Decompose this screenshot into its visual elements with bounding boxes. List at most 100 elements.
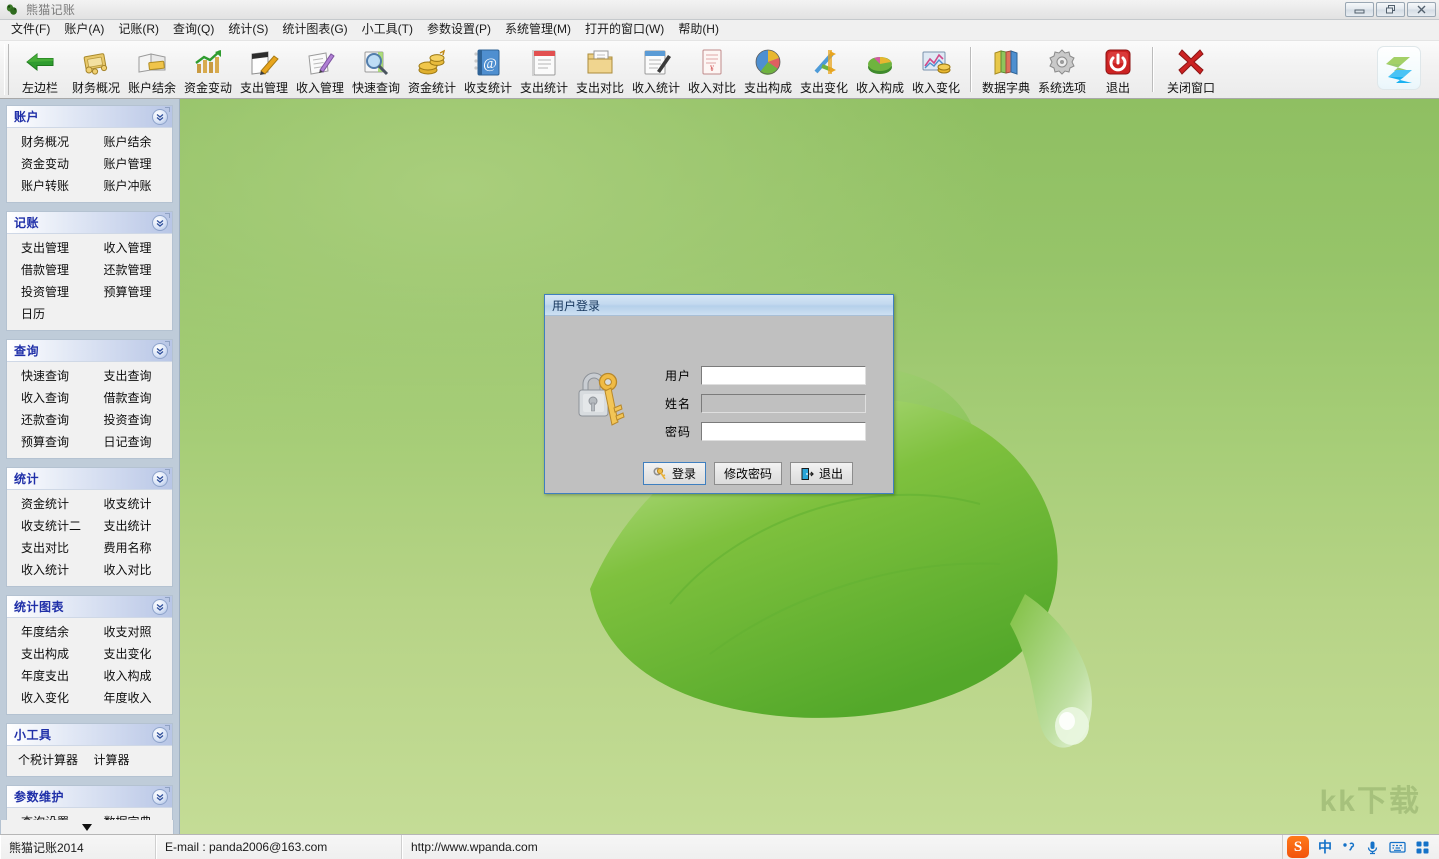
sidebar-panel-header[interactable]: 统计图表: [7, 596, 172, 618]
menu-file[interactable]: 文件(F): [4, 20, 57, 40]
sidebar-item-account-balance[interactable]: 账户结余: [90, 132, 173, 153]
sidebar-item-inout-contrast[interactable]: 收支对照: [90, 622, 173, 643]
sidebar-item-diary-query[interactable]: 日记查询: [90, 432, 173, 453]
menu-charts[interactable]: 统计图表(G): [275, 20, 354, 40]
menu-windows[interactable]: 打开的窗口(W): [578, 20, 671, 40]
toolbar-button-expense-stats[interactable]: 支出统计: [516, 41, 572, 98]
sidebar-item-income-trend[interactable]: 收入变化: [7, 688, 90, 709]
toolbar-grip[interactable]: [4, 44, 9, 95]
sidebar-item-repayment-management[interactable]: 还款管理: [90, 260, 173, 281]
sidebar-item-account-management[interactable]: 账户管理: [90, 154, 173, 175]
sogou-ime-badge[interactable]: S: [1287, 836, 1309, 858]
menu-account[interactable]: 账户(A): [57, 20, 111, 40]
sidebar-item-expense-query[interactable]: 支出查询: [90, 366, 173, 387]
chevron-double-down-icon[interactable]: [152, 342, 168, 359]
ime-chinese-mode[interactable]: 中: [1318, 837, 1332, 857]
menu-bookkeeping[interactable]: 记账(R): [111, 20, 166, 40]
sidebar-item-account-offset[interactable]: 账户冲账: [90, 176, 173, 197]
toolbar-button-income-mgmt[interactable]: 收入管理: [292, 41, 348, 98]
sidebar-item-investment-query[interactable]: 投资查询: [90, 410, 173, 431]
sidebar-item-financial-overview[interactable]: 财务概况: [7, 132, 90, 153]
sidebar-item-repayment-query[interactable]: 还款查询: [7, 410, 90, 431]
ime-soft-keyboard[interactable]: [1389, 840, 1406, 854]
toolbar-button-close-window[interactable]: 关闭窗口: [1160, 41, 1222, 98]
password-field[interactable]: [701, 422, 866, 441]
toolbar-button-expense-trend[interactable]: 支出变化: [796, 41, 852, 98]
sidebar-item-income-management[interactable]: 收入管理: [90, 238, 173, 259]
login-button[interactable]: 登录: [643, 462, 707, 485]
sidebar-item-tax-calculator[interactable]: 个税计算器: [7, 750, 90, 771]
sidebar-item-annual-expense[interactable]: 年度支出: [7, 666, 90, 687]
minimize-button[interactable]: [1345, 2, 1374, 17]
toolbar-button-finance-overview[interactable]: 财务概况: [68, 41, 124, 98]
toolbar-button-expense-compare[interactable]: 支出对比: [572, 41, 628, 98]
chevron-double-down-icon[interactable]: [152, 726, 168, 743]
sidebar-item-expense-statistics[interactable]: 支出统计: [90, 516, 173, 537]
sidebar-item-inout-statistics-2[interactable]: 收支统计二: [7, 516, 90, 537]
toolbar-button-fund-change[interactable]: 资金变动: [180, 41, 236, 98]
ime-voice-input[interactable]: [1365, 840, 1380, 855]
sidebar-item-annual-balance[interactable]: 年度结余: [7, 622, 90, 643]
menu-parameters[interactable]: 参数设置(P): [420, 20, 498, 40]
toolbar-button-income-compare[interactable]: ¥ 收入对比: [684, 41, 740, 98]
sidebar-item-fund-change[interactable]: 资金变动: [7, 154, 90, 175]
ime-punctuation[interactable]: [1341, 840, 1356, 855]
sidebar-item-quick-query[interactable]: 快速查询: [7, 366, 90, 387]
sidebar-item-calendar[interactable]: 日历: [7, 304, 90, 325]
menu-system[interactable]: 系统管理(M): [498, 20, 578, 40]
sidebar-panel-header[interactable]: 查询: [7, 340, 172, 362]
toolbar-button-fund-stats[interactable]: 资金统计: [404, 41, 460, 98]
close-button[interactable]: [1407, 2, 1436, 17]
sidebar-panel-header[interactable]: 记账: [7, 212, 172, 234]
menu-query[interactable]: 查询(Q): [166, 20, 221, 40]
toolbar-button-exit[interactable]: 退出: [1090, 41, 1146, 98]
username-field[interactable]: [701, 366, 866, 385]
sidebar-scroll-down[interactable]: [0, 820, 174, 834]
menu-help[interactable]: 帮助(H): [671, 20, 726, 40]
sidebar-item-income-comparison[interactable]: 收入对比: [90, 560, 173, 581]
sidebar-item-expense-management[interactable]: 支出管理: [7, 238, 90, 259]
fullname-field[interactable]: [701, 394, 866, 413]
toolbar-button-data-dictionary[interactable]: 数据字典: [978, 41, 1034, 98]
sidebar-panel-header[interactable]: 小工具: [7, 724, 172, 746]
sidebar-item-income-statistics[interactable]: 收入统计: [7, 560, 90, 581]
sidebar-item-expense-trend[interactable]: 支出变化: [90, 644, 173, 665]
sidebar-item-budget-query[interactable]: 预算查询: [7, 432, 90, 453]
sidebar-item-income-query[interactable]: 收入查询: [7, 388, 90, 409]
toolbar-button-expense-mgmt[interactable]: 支出管理: [236, 41, 292, 98]
exit-button[interactable]: 退出: [790, 462, 854, 485]
toolbar-button-income-composition[interactable]: 收入构成: [852, 41, 908, 98]
sidebar-panel-header[interactable]: 参数维护: [7, 786, 172, 808]
toolbar-button-quick-query[interactable]: 快速查询: [348, 41, 404, 98]
sidebar-item-budget-management[interactable]: 预算管理: [90, 282, 173, 303]
toolbar-button-account-balance[interactable]: 账户结余: [124, 41, 180, 98]
sidebar-item-inout-statistics[interactable]: 收支统计: [90, 494, 173, 515]
sidebar-item-account-transfer[interactable]: 账户转账: [7, 176, 90, 197]
sidebar-panel-header[interactable]: 账户: [7, 106, 172, 128]
chevron-double-down-icon[interactable]: [152, 108, 168, 125]
toolbar-button-income-stats[interactable]: 收入统计: [628, 41, 684, 98]
restore-button[interactable]: [1376, 2, 1405, 17]
toolbar-button-sidebar[interactable]: 左边栏: [12, 41, 68, 98]
sidebar-item-fund-statistics[interactable]: 资金统计: [7, 494, 90, 515]
chevron-double-down-icon[interactable]: [152, 470, 168, 487]
sidebar-item-expense-composition[interactable]: 支出构成: [7, 644, 90, 665]
ime-toolbox[interactable]: [1415, 840, 1430, 855]
sidebar-item-loan-management[interactable]: 借款管理: [7, 260, 90, 281]
sidebar-item-calculator[interactable]: 计算器: [90, 750, 173, 771]
sidebar-item-expense-names[interactable]: 费用名称: [90, 538, 173, 559]
menu-statistics[interactable]: 统计(S): [221, 20, 275, 40]
sidebar-item-expense-comparison[interactable]: 支出对比: [7, 538, 90, 559]
sidebar-item-investment-management[interactable]: 投资管理: [7, 282, 90, 303]
toolbar-button-inout-stats[interactable]: @ 收支统计: [460, 41, 516, 98]
chevron-double-down-icon[interactable]: [152, 598, 168, 615]
sidebar-item-annual-income[interactable]: 年度收入: [90, 688, 173, 709]
chevron-double-down-icon[interactable]: [152, 788, 168, 805]
change-password-button[interactable]: 修改密码: [714, 462, 783, 485]
sidebar-panel-header[interactable]: 统计: [7, 468, 172, 490]
toolbar-button-system-options[interactable]: 系统选项: [1034, 41, 1090, 98]
toolbar-button-income-trend[interactable]: 收入变化: [908, 41, 964, 98]
sidebar-item-income-composition[interactable]: 收入构成: [90, 666, 173, 687]
menu-tools[interactable]: 小工具(T): [355, 20, 420, 40]
chevron-double-down-icon[interactable]: [152, 214, 168, 231]
